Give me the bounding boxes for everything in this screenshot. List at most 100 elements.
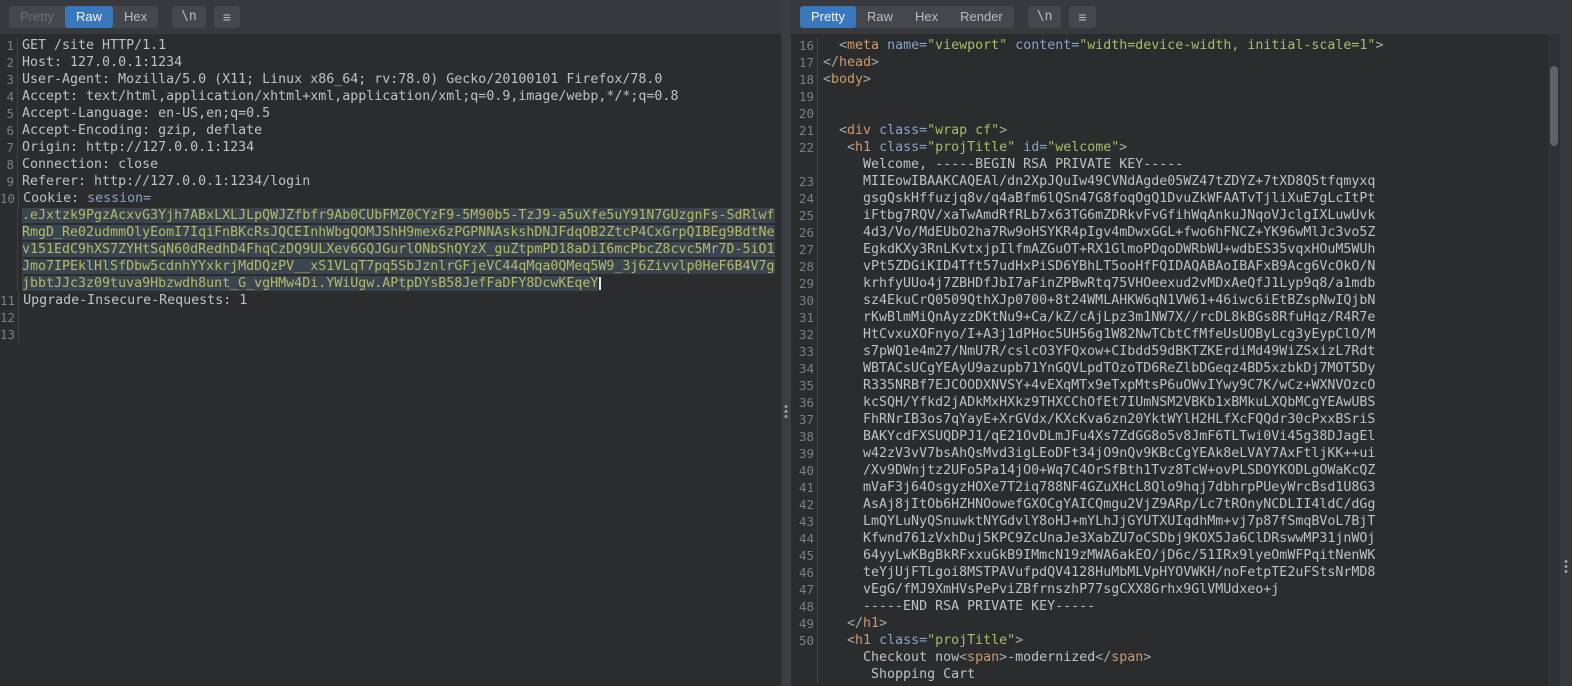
tab-raw[interactable]: Raw: [64, 6, 113, 28]
code-row[interactable]: jbbtJJc3z09tuva9Hbzwdh8unt_G_vgHMw4Di.YW…: [0, 275, 781, 292]
code-row[interactable]: RmgD_Re02udmmOlyEomI7IqiFnBKcRsJQCEInhWb…: [0, 224, 781, 241]
tab-hex[interactable]: Hex: [904, 6, 949, 28]
code-row[interactable]: 45 64yyLwKBgBkRFxxuGkB9IMmcN19zMWA6akEO/…: [791, 547, 1548, 564]
code-row[interactable]: 17 </head>: [791, 54, 1548, 71]
code-row[interactable]: 10 Cookie: session=: [0, 190, 781, 207]
response-tabbar: Pretty Raw Hex Render \n ≡: [791, 0, 1572, 34]
code-row[interactable]: 28 vPt5ZDGiKID4Tft57udHxPiSD6YBhLT5ooHfF…: [791, 258, 1548, 275]
line-number: 5: [0, 105, 18, 122]
request-editor[interactable]: 1 GET /site HTTP/1.1 2 Host: 127.0.0.1:1234…: [0, 34, 781, 686]
code-row[interactable]: 41 mVaF3j64OsgyzHOXe7T2iq788NF4GZuXHcL8Q…: [791, 479, 1548, 496]
hamburger-menu-icon[interactable]: ≡: [1069, 6, 1096, 28]
code-row[interactable]: 43 LmQYLuNyQSnuwktNYGdvlY8oHJ+mYLhJjGYUT…: [791, 513, 1548, 530]
code-row[interactable]: 44 Kfwnd761zVxhDuj5KPC9ZcUnaJe3XabZU7oCS…: [791, 530, 1548, 547]
code-row[interactable]: 18 <body>: [791, 71, 1548, 88]
line-number: 41: [791, 479, 818, 496]
code-row[interactable]: 20: [791, 105, 1548, 122]
inspector-splitter[interactable]: [1560, 34, 1572, 686]
tab-raw[interactable]: Raw: [856, 6, 904, 28]
code-row[interactable]: 50 <h1 class="projTitle">: [791, 632, 1548, 649]
code-row[interactable]: 35 R335NRBf7EJCOODXNVSY+4vEXqMTx9eTxpMts…: [791, 377, 1548, 394]
code-row[interactable]: 7 Origin: http://127.0.0.1:1234: [0, 139, 781, 156]
code-row[interactable]: 22 <h1 class="projTitle" id="welcome">: [791, 139, 1548, 156]
code-text: iFtbg7RQV/xaTwAmdRfRLb7x63TG6mZDRkvFvGfi…: [823, 208, 1376, 223]
tab-render[interactable]: Render: [949, 6, 1014, 28]
code-row[interactable]: 11 Upgrade-Insecure-Requests: 1: [0, 292, 781, 309]
code-row[interactable]: Checkout now<span>-modernized</span>: [791, 649, 1548, 666]
code-row[interactable]: 21 <div class="wrap cf">: [791, 122, 1548, 139]
code-row[interactable]: .eJxtzk9PgzAcxvG3Yjh7ABxLXLJLpQWJZfbfr9A…: [0, 207, 781, 224]
code-row[interactable]: 6 Accept-Encoding: gzip, deflate: [0, 122, 781, 139]
line-number: 2: [0, 54, 18, 71]
code-row[interactable]: 23 MIIEowIBAAKCAQEAl/dn2XpJQuIw49CVNdAgd…: [791, 173, 1548, 190]
code-row[interactable]: 37 FhRNrIB3os7qYayE+XrGVdx/KXcKva6zn20Yk…: [791, 411, 1548, 428]
code-row[interactable]: 42 AsAj8jItOb6HZHNOowefGXOCgYAICQmgu2VjZ…: [791, 496, 1548, 513]
hamburger-menu-icon[interactable]: ≡: [213, 6, 240, 28]
code-text: Kfwnd761zVxhDuj5KPC9ZcUnaJe3XabZU7oCSDbj…: [823, 531, 1376, 546]
line-number: 37: [791, 411, 818, 428]
code-text: Upgrade-Insecure-Requests: 1: [23, 293, 248, 308]
line-number: 33: [791, 343, 818, 360]
code-row[interactable]: 5 Accept-Language: en-US,en;q=0.5: [0, 105, 781, 122]
line-number: 19: [791, 88, 818, 105]
response-editor[interactable]: 16 <meta name="viewport" content="width=…: [791, 34, 1548, 686]
panel-splitter[interactable]: [781, 0, 791, 686]
code-row[interactable]: 49 </h1>: [791, 615, 1548, 632]
line-number: 43: [791, 513, 818, 530]
tab-pretty[interactable]: Pretty: [800, 6, 856, 28]
code-row[interactable]: 19: [791, 88, 1548, 105]
code-row[interactable]: 1 GET /site HTTP/1.1: [0, 37, 781, 54]
response-scrollbar[interactable]: [1548, 34, 1560, 686]
response-view-tabs: Pretty Raw Hex Render: [800, 6, 1014, 28]
line-number: 32: [791, 326, 818, 343]
line-number: 10: [0, 190, 20, 207]
code-row[interactable]: 12: [0, 309, 781, 326]
code-row[interactable]: 47 vEgG/fMJ9XmHVsPePviZBfrnszhP77sgCXX8G…: [791, 581, 1548, 598]
tab-hex[interactable]: Hex: [113, 6, 158, 28]
code-row[interactable]: 46 teYjUjFTLgoi8MSTPAVufpdQV4128HuMbMLVp…: [791, 564, 1548, 581]
code-row[interactable]: 16 <meta name="viewport" content="width=…: [791, 37, 1548, 54]
code-row[interactable]: 9 Referer: http://127.0.0.1:1234/login: [0, 173, 781, 190]
code-text: Accept-Language: en-US,en;q=0.5: [22, 106, 271, 121]
splitter-grip-icon[interactable]: [784, 405, 788, 418]
code-row[interactable]: 2 Host: 127.0.0.1:1234: [0, 54, 781, 71]
line-number: 16: [791, 37, 818, 54]
code-row[interactable]: 40 /Xv9DWnjtz2UFo5Pa14jO0+Wq7C4OrSfBth1T…: [791, 462, 1548, 479]
line-number: 50: [791, 632, 818, 649]
code-row[interactable]: 26 4d3/Vo/MdEUbO2ha7Rw9oHSYKR4pIgv4mDwxG…: [791, 224, 1548, 241]
code-row[interactable]: v151EdC9hXS7ZYHtSqN60dRedhD4FhqCzDQ9ULXe…: [0, 241, 781, 258]
line-number: 25: [791, 207, 818, 224]
show-newlines-button[interactable]: \n: [172, 6, 206, 28]
code-row[interactable]: 33 s7pWQ1e4m27/NmU7R/cslcO3YFQxow+CIbdd5…: [791, 343, 1548, 360]
show-newlines-button[interactable]: \n: [1027, 6, 1062, 28]
code-row[interactable]: 32 HtCvxuXOFnyo/I+A3j1dPHoc5UH56g1W82NwT…: [791, 326, 1548, 343]
code-row[interactable]: 13: [0, 326, 781, 343]
code-row[interactable]: 24 gsgQskHffuzjq8v/q4aBfm6lQSn47G8foqOgQ…: [791, 190, 1548, 207]
code-row[interactable]: 8 Connection: close: [0, 156, 781, 173]
code-row[interactable]: Jmo7IPEklHlSfDbw5cdnhYYxkrjMdDQzPV__xS1V…: [0, 258, 781, 275]
text-cursor: [599, 276, 602, 290]
code-row[interactable]: 3 User-Agent: Mozilla/5.0 (X11; Linux x86…: [0, 71, 781, 88]
code-row[interactable]: 36 kcSQH/Yfkd2jADkMxHXkz9THXCChOfEt7IUmN…: [791, 394, 1548, 411]
code-row[interactable]: 30 sz4EkuCrQ0509QthXJp0700+8t24WMLAHKW6q…: [791, 292, 1548, 309]
code-row[interactable]: 38 BAKYcdFXSUQDPJ1/qE21OvDLmJFu4Xs7ZdGG8…: [791, 428, 1548, 445]
code-row[interactable]: 29 krhfyUUo4j7ZBHDfJbI7aFinZPBwRtq75VHOe…: [791, 275, 1548, 292]
code-row[interactable]: 27 EgkdKXy3RnLKvtxjpIlfmAZGuOT+RX1GlmoPD…: [791, 241, 1548, 258]
scrollbar-thumb[interactable]: [1550, 66, 1558, 146]
code-row[interactable]: 48 -----END RSA PRIVATE KEY-----: [791, 598, 1548, 615]
splitter-grip-icon[interactable]: [1564, 560, 1568, 573]
code-text: <div class="wrap cf">: [839, 123, 1008, 138]
code-row[interactable]: 25 iFtbg7RQV/xaTwAmdRfRLb7x63TG6mZDRkvFv…: [791, 207, 1548, 224]
code-text: <meta name="viewport" content="width=dev…: [839, 38, 1384, 53]
tab-pretty[interactable]: Pretty: [9, 6, 65, 28]
code-row[interactable]: 4 Accept: text/html,application/xhtml+xml…: [0, 88, 781, 105]
line-number: 29: [791, 275, 818, 292]
code-text: BAKYcdFXSUQDPJ1/qE21OvDLmJFu4Xs7ZdGG8o5v…: [823, 429, 1376, 444]
code-row[interactable]: 39 w42zV3vV7bsAhQsMvd3igLEoDFt34jO9nQv9K…: [791, 445, 1548, 462]
code-row[interactable]: Shopping Cart: [791, 666, 1548, 683]
code-text: </head>: [823, 55, 880, 70]
code-row[interactable]: 31 rKwBlmMiQnAyzzDKtNu9+Ca/kZ/cAjLpz3m1N…: [791, 309, 1548, 326]
code-row[interactable]: Welcome, -----BEGIN RSA PRIVATE KEY-----: [791, 156, 1548, 173]
code-row[interactable]: 34 WBTACsUCgYEAyU9azupb71YnGQVLpdTOzoTD6…: [791, 360, 1548, 377]
